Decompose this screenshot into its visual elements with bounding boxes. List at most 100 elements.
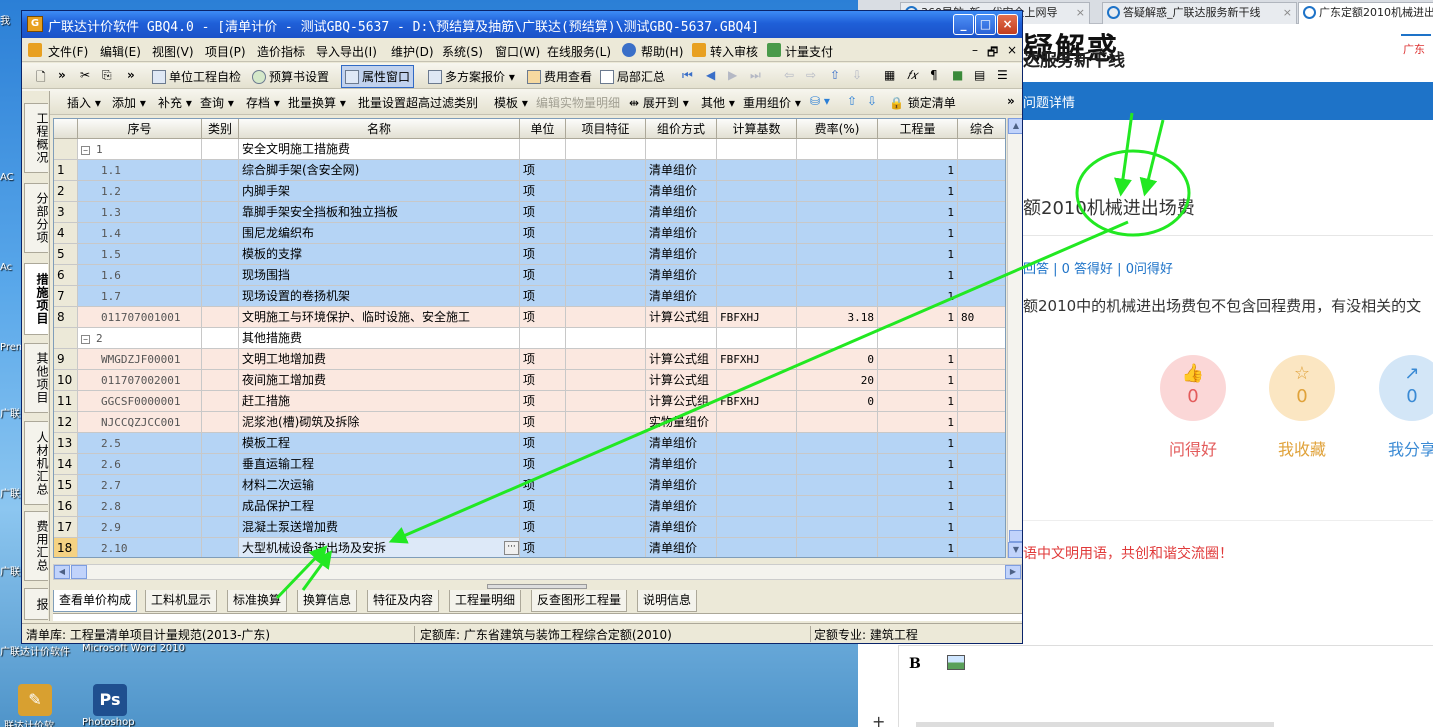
expand-plus-icon[interactable]: +	[872, 712, 885, 727]
cell-code[interactable]: 1.5	[78, 244, 202, 265]
cell-cat[interactable]	[202, 349, 239, 370]
cell-cat[interactable]	[202, 139, 239, 160]
cell-code[interactable]: GGCSF0000001	[78, 391, 202, 412]
table-row[interactable]: 18 2.10 大型机械设备进出场及安拆 ··· 项 清单组价 1	[54, 538, 1005, 557]
other-button[interactable]: 其他 ▾	[701, 94, 735, 111]
cell-base[interactable]	[717, 412, 797, 433]
cell-name[interactable]: 夜间施工增加费	[239, 370, 520, 391]
cell-cat[interactable]	[202, 538, 239, 557]
cell-method[interactable]: 清单组价	[646, 475, 717, 496]
cell-method[interactable]: 清单组价	[646, 223, 717, 244]
budget-settings-button[interactable]: 预算书设置	[252, 68, 329, 85]
cell-method[interactable]: 实物量组价	[646, 412, 717, 433]
menu-transfer-review[interactable]: 转入审核	[710, 43, 758, 60]
cell-rate[interactable]	[797, 328, 878, 349]
table-row[interactable]: 15 2.7 材料二次运输 项 清单组价 1	[54, 475, 1005, 496]
cell-base[interactable]	[717, 475, 797, 496]
cut-icon[interactable]: ✂	[80, 68, 90, 82]
column-header[interactable]: 单位	[520, 119, 566, 139]
cell-cat[interactable]	[202, 433, 239, 454]
cell-qty[interactable]	[878, 328, 958, 349]
window-titlebar[interactable]: G 广联达计价软件 GBQ4.0 - [清单计价 - 测试GBQ-5637 - …	[22, 11, 1022, 38]
cell-total[interactable]	[958, 496, 1005, 517]
photoshop-desktop-icon[interactable]: Ps	[93, 684, 127, 716]
tab-resources-summary[interactable]: 人材机汇总	[24, 421, 49, 505]
cell-name[interactable]: 现场围挡	[239, 265, 520, 286]
cell-method[interactable]: 清单组价	[646, 496, 717, 517]
cell-method[interactable]: 清单组价	[646, 244, 717, 265]
bold-button[interactable]: B	[909, 656, 921, 672]
share-label[interactable]: 我分享	[1372, 436, 1433, 460]
cell-cat[interactable]	[202, 454, 239, 475]
table-row[interactable]: 4 1.4 围尼龙编织布 项 清单组价 1	[54, 223, 1005, 244]
cell-code[interactable]: 2.10	[78, 538, 202, 557]
cell-feature[interactable]	[566, 202, 646, 223]
share-button[interactable]: ↗ 0	[1379, 355, 1433, 421]
query-button[interactable]: 查询 ▾	[200, 94, 234, 111]
cell-base[interactable]: FBFXHJ	[717, 391, 797, 412]
cell-total[interactable]	[958, 244, 1005, 265]
cell-base[interactable]	[717, 160, 797, 181]
cell-feature[interactable]	[566, 538, 646, 557]
menu-view[interactable]: 视图(V)	[152, 43, 194, 60]
prev-record-icon[interactable]: ◀	[706, 68, 715, 82]
table-row[interactable]: 16 2.8 成品保护工程 项 清单组价 1	[54, 496, 1005, 517]
cell-feature[interactable]	[566, 454, 646, 475]
cell-qty[interactable]: 1	[878, 286, 958, 307]
cell-code[interactable]: WMGDZJF00001	[78, 349, 202, 370]
tab-other-items[interactable]: 其他项目	[24, 343, 49, 413]
table-row[interactable]: 6 1.6 现场围挡 项 清单组价 1	[54, 265, 1005, 286]
ask-good-button[interactable]: 👍 0	[1160, 355, 1226, 421]
cell-rate[interactable]: 0	[797, 391, 878, 412]
cell-total[interactable]	[958, 160, 1005, 181]
cell-feature[interactable]	[566, 265, 646, 286]
cell-total[interactable]	[958, 475, 1005, 496]
cell-code[interactable]: 1.3	[78, 202, 202, 223]
new-file-icon[interactable]: 🗋	[36, 68, 46, 89]
table-row[interactable]: 1 1.1 综合脚手架(含安全网) 项 清单组价 1	[54, 160, 1005, 181]
cell-rate[interactable]	[797, 265, 878, 286]
ellipsis-button[interactable]: ···	[504, 541, 519, 555]
menu-measure-payment[interactable]: 计量支付	[785, 43, 833, 60]
add-button[interactable]: 添加 ▾	[112, 94, 146, 111]
menu-window[interactable]: 窗口(W)	[495, 43, 540, 60]
cell-rate[interactable]	[797, 139, 878, 160]
cell-rate[interactable]	[797, 496, 878, 517]
fill-color-icon[interactable]: ⛁ ▾	[810, 94, 830, 108]
cell-unit[interactable]: 项	[520, 391, 566, 412]
cell-feature[interactable]	[566, 412, 646, 433]
cell-method[interactable]: 清单组价	[646, 538, 717, 557]
cell-qty[interactable]: 1	[878, 433, 958, 454]
cell-name[interactable]: 围尼龙编织布	[239, 223, 520, 244]
cell-total[interactable]	[958, 412, 1005, 433]
cell-feature[interactable]	[566, 181, 646, 202]
cell-name[interactable]: 材料二次运输	[239, 475, 520, 496]
cell-qty[interactable]: 1	[878, 265, 958, 286]
cell-code[interactable]: 1.7	[78, 286, 202, 307]
cell-total[interactable]	[958, 454, 1005, 475]
cell-method[interactable]	[646, 328, 717, 349]
nav-question-detail[interactable]: 问题详情	[1023, 92, 1075, 111]
cell-cat[interactable]	[202, 223, 239, 244]
cell-method[interactable]: 清单组价	[646, 160, 717, 181]
cell-base[interactable]	[717, 517, 797, 538]
tab-description[interactable]: 说明信息	[637, 590, 698, 612]
cell-base[interactable]	[717, 433, 797, 454]
cell-qty[interactable]: 1	[878, 223, 958, 244]
cell-cat[interactable]	[202, 181, 239, 202]
cell-rate[interactable]	[797, 433, 878, 454]
menu-online-service[interactable]: 在线服务(L)	[547, 43, 611, 60]
batch-height-filter-button[interactable]: 批量设置超高过滤类别	[358, 94, 478, 111]
cell-rate[interactable]	[797, 223, 878, 244]
table-row[interactable]: 14 2.6 垂直运输工程 项 清单组价 1	[54, 454, 1005, 475]
toolbar-overflow-icon[interactable]: »	[1007, 94, 1015, 108]
cell-total[interactable]	[958, 223, 1005, 244]
table-group-row[interactable]: −1 安全文明施工措施费	[54, 139, 1005, 160]
cell-qty[interactable]: 1	[878, 370, 958, 391]
cell-feature[interactable]	[566, 475, 646, 496]
cell-qty[interactable]: 1	[878, 160, 958, 181]
cell-name[interactable]: 安全文明施工措施费	[239, 139, 520, 160]
insert-button[interactable]: 插入 ▾	[67, 94, 101, 111]
cell-code[interactable]: NJCCQZJCC001	[78, 412, 202, 433]
cell-name[interactable]: 其他措施费	[239, 328, 520, 349]
